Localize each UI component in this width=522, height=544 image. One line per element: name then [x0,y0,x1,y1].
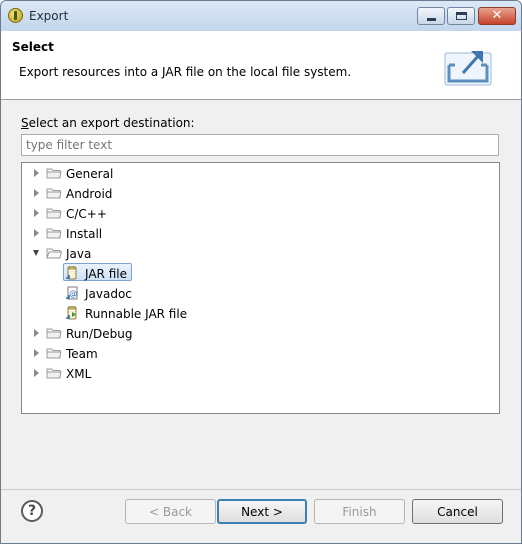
folder-icon [46,188,62,199]
close-icon: ✕ [491,8,503,23]
svg-text:@: @ [69,289,77,298]
tree-node-label: General [66,167,114,181]
tree-node-label: Install [66,227,103,241]
tree-node-label: Team [66,347,98,361]
folder-icon [46,368,62,379]
destination-tree[interactable]: General Android C/C++ Install Java JAR f… [21,162,500,414]
export-dialog: Export ✕ Select Export resources into a … [0,0,522,544]
folder-icon [46,168,62,179]
eclipse-icon [8,8,23,23]
folder-icon [46,328,62,339]
folder-icon [46,208,62,219]
folder-icon [46,228,62,239]
folder-icon [46,348,62,359]
tree-node-label: Java [66,247,92,261]
tree-node-label: Android [66,187,113,201]
dialog-client: Select Export resources into a JAR file … [1,31,521,543]
expand-arrow-icon[interactable] [34,329,39,337]
title-bar[interactable]: Export ✕ [1,1,521,31]
help-button[interactable]: ? [21,500,43,522]
destination-label: Select an export destination: [21,116,195,130]
minimize-icon [427,18,436,21]
jar-file-icon [66,266,77,280]
javadoc-icon: @ [66,286,78,300]
tree-node-label: Run/Debug [66,327,133,341]
maximize-icon [456,12,467,20]
tree-node-label: JAR file [85,267,127,281]
wizard-header: Select Export resources into a JAR file … [1,31,521,100]
next-button[interactable]: Next > [217,499,307,524]
expand-arrow-icon[interactable] [34,229,39,237]
runnable-jar-icon [66,306,77,320]
minimize-button[interactable] [417,7,445,25]
expand-arrow-icon[interactable] [34,169,39,177]
expand-arrow-icon[interactable] [34,349,39,357]
back-button[interactable]: < Back [125,499,216,524]
window-title: Export [29,9,69,23]
open-folder-icon [46,248,62,259]
tree-node-label: Runnable JAR file [85,307,188,321]
cancel-button[interactable]: Cancel [412,499,503,524]
help-icon: ? [27,503,37,519]
expand-arrow-icon[interactable] [34,369,39,377]
filter-input[interactable] [21,134,499,156]
export-wizard-icon [444,51,492,86]
destination-label-accel: S [21,116,29,130]
expand-arrow-icon[interactable] [34,209,39,217]
collapse-arrow-icon[interactable] [33,250,39,256]
tree-node-label: C/C++ [66,207,107,221]
finish-button[interactable]: Finish [314,499,405,524]
tree-node-label: Javadoc [85,287,132,301]
page-title: Select [12,40,54,54]
page-description: Export resources into a JAR file on the … [19,65,352,79]
expand-arrow-icon[interactable] [34,189,39,197]
close-button[interactable]: ✕ [478,7,516,25]
footer-separator [1,489,521,490]
tree-node-label: XML [66,367,92,381]
destination-label-text: elect an export destination: [28,116,195,130]
maximize-button[interactable] [447,7,475,25]
